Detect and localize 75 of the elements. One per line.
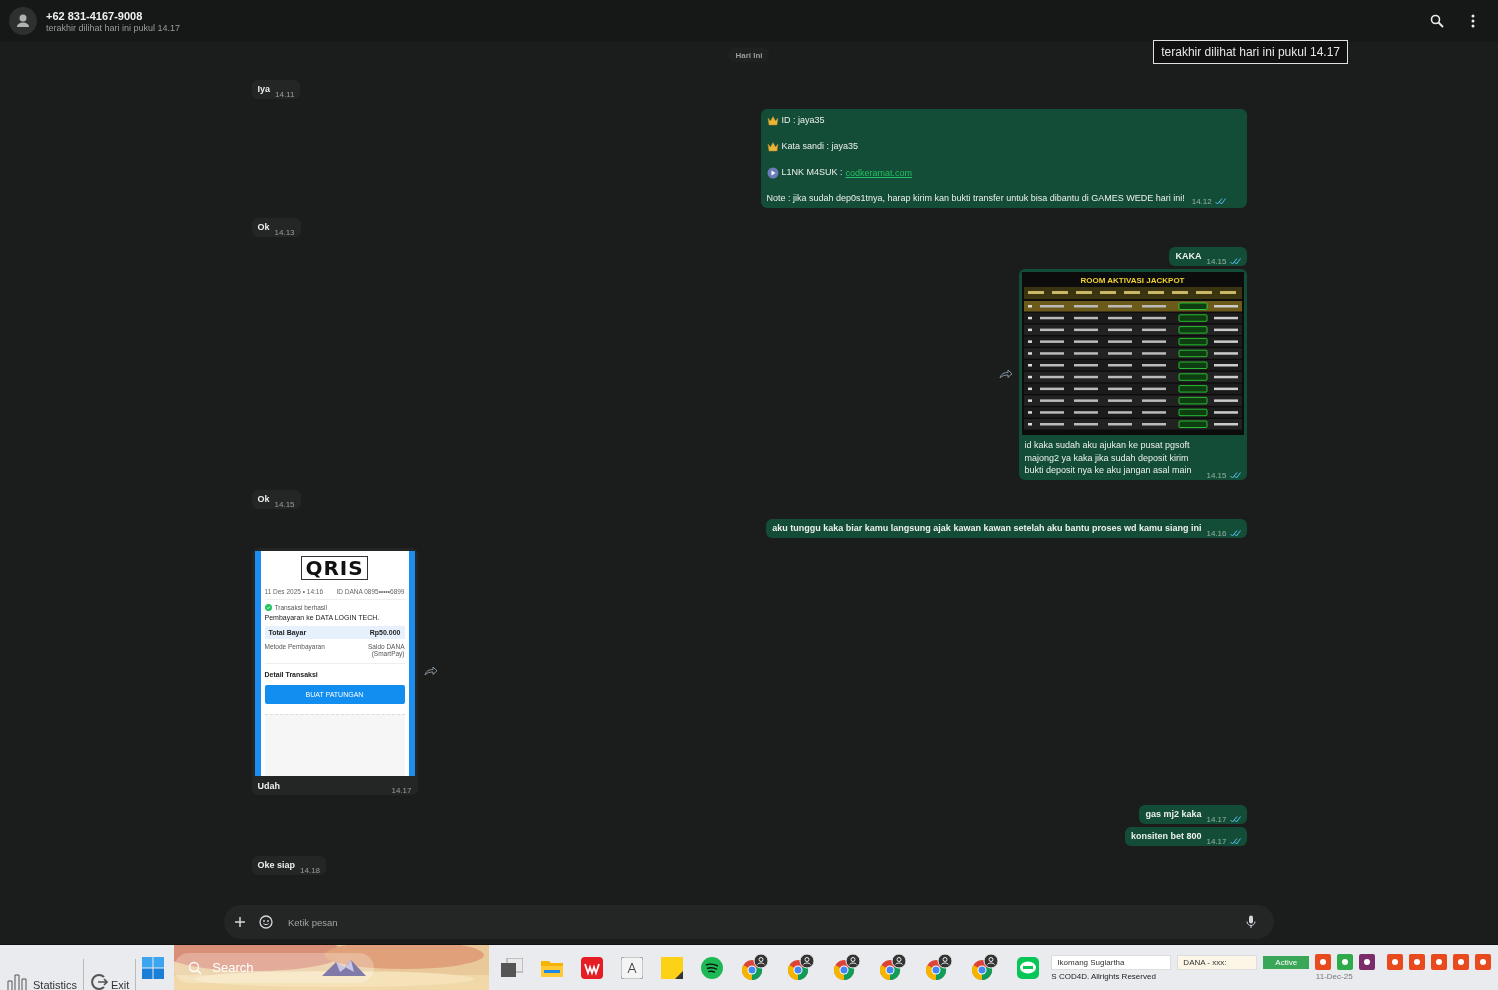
exit-button[interactable]: Exit	[84, 958, 137, 990]
message-text: ID : jaya35	[781, 114, 825, 127]
crown-icon	[766, 141, 779, 152]
menu-icon[interactable]	[1471, 14, 1475, 28]
copyright-text: S COD4D. Allrights Reserved	[1051, 972, 1156, 981]
sticky-notes-icon[interactable]	[661, 956, 684, 979]
message-text: L1NK M4SUK :	[781, 166, 843, 179]
search-icon[interactable]	[1430, 14, 1444, 28]
avatar-icon[interactable]	[9, 7, 37, 35]
plus-icon[interactable]	[234, 916, 246, 928]
message-time: 14.11	[275, 90, 295, 99]
exit-icon	[90, 972, 108, 990]
message-text: KAKA	[1175, 250, 1202, 263]
toolbar-icon[interactable]	[1453, 954, 1470, 970]
date-chip: Hari Ini	[729, 48, 769, 62]
browser-profile-icon[interactable]	[787, 953, 816, 982]
search-icon	[188, 960, 203, 975]
message-time: 14.16	[1206, 528, 1227, 538]
message-time: 14.13	[274, 228, 295, 237]
message-time: 14.15	[1206, 470, 1227, 480]
wps-app-icon[interactable]	[581, 956, 604, 979]
composer-bar[interactable]: Ketik pesan	[224, 905, 1274, 939]
link[interactable]: codkeramat.com	[845, 167, 913, 178]
text-field[interactable]: Ikomang Sugiartha	[1051, 954, 1172, 970]
bar-chart-icon	[6, 972, 30, 990]
sticker-icon[interactable]	[259, 915, 273, 929]
message-time: 14.17	[1206, 837, 1227, 846]
table-image[interactable]: ROOM AKTIVASI JACKPOT	[1021, 272, 1244, 435]
toolbar-icon[interactable]	[1475, 954, 1492, 970]
toolbar-icon[interactable]	[1359, 954, 1376, 970]
music-app-icon[interactable]	[701, 956, 724, 979]
message-text: aku tunggu kaka biar kamu langsung ajak kawan kawan setelah aku bantu proses wd kamu siang ini	[772, 521, 1202, 535]
message-time: 14.17	[1206, 815, 1227, 824]
microphone-icon[interactable]	[1246, 915, 1256, 929]
qris-logo: QRIS	[301, 555, 368, 580]
browser-profile-icon[interactable]	[741, 953, 770, 982]
contact-name[interactable]: +62 831-4167-9008	[46, 9, 1421, 22]
message-time: 14.12	[1191, 197, 1212, 206]
message-time: 14.15	[1206, 257, 1227, 266]
play-icon	[766, 166, 779, 179]
toolbar-icon[interactable]	[1315, 954, 1332, 970]
toolbar-icon[interactable]	[1387, 954, 1404, 970]
statistics-button[interactable]: Statistics	[0, 958, 84, 990]
last-seen-status: terakhir dilihat hari ini pukul 14.17	[46, 22, 182, 33]
toolbar-icon[interactable]	[1431, 954, 1448, 970]
message-text: Ok	[257, 492, 270, 506]
select-field[interactable]: DANA - xxx:	[1177, 954, 1258, 970]
message-text: konsiten bet 800	[1130, 830, 1202, 843]
start-icon[interactable]	[142, 956, 165, 979]
browser-profile-icon[interactable]	[879, 953, 908, 982]
browser-profile-icon[interactable]	[833, 953, 862, 982]
message-text: Oke siap	[257, 859, 296, 872]
message-time: 14.15	[274, 499, 295, 509]
message-text: Ok	[257, 221, 270, 234]
crown-icon	[766, 115, 779, 126]
message-text: gas mj2 kaka	[1145, 808, 1202, 821]
folder-icon[interactable]	[541, 958, 564, 977]
browser-profile-icon[interactable]	[925, 953, 954, 982]
tooltip: terakhir dilihat hari ini pukul 14.17	[1153, 40, 1348, 64]
toolbar-icon[interactable]	[1409, 954, 1426, 970]
table-title: ROOM AKTIVASI JACKPOT	[1080, 275, 1185, 287]
keyboard-app-icon[interactable]	[621, 956, 644, 979]
message-text: Note : jika sudah dep0s1tnya, harap kirim kan bukti transfer untuk bisa dibantu di GAMES WEDE hari ini!	[766, 192, 1185, 205]
success-icon	[264, 603, 272, 611]
message-time: 14.18	[300, 866, 321, 875]
message-text: Udah	[257, 779, 281, 792]
date-text: 11-Dec-25	[1315, 972, 1353, 981]
message-text: id kaka sudah aku ajukan ke pusat pgsoft majong2 ya kaka jika sudah deposit kirim bukti deposit nya ke aku jangan asal main	[1024, 439, 1193, 477]
forward-icon[interactable]	[998, 369, 1013, 380]
message-text: Kata sandi : jaya35	[781, 140, 859, 153]
message-text: Iya	[257, 83, 270, 96]
task-view-icon[interactable]	[501, 957, 524, 978]
message-time: 14.17	[391, 786, 412, 795]
browser-profile-icon[interactable]	[971, 953, 1000, 982]
forward-icon[interactable]	[423, 666, 438, 677]
